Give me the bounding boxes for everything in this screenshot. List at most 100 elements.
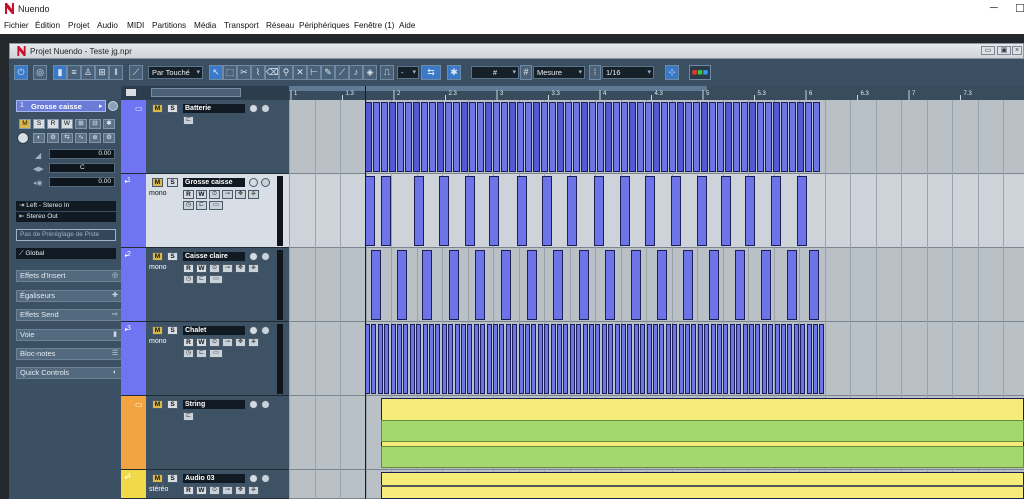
folder-event[interactable] bbox=[717, 102, 724, 172]
track-write-button[interactable]: W bbox=[196, 264, 207, 273]
audio-event[interactable] bbox=[761, 250, 771, 320]
folder-event[interactable] bbox=[765, 102, 772, 172]
audio-event[interactable] bbox=[525, 324, 530, 394]
inspector-track-header[interactable]: 1 Grosse caisse ▸ bbox=[16, 100, 106, 112]
freeze-icon[interactable]: ⎈ bbox=[248, 190, 259, 199]
audio-event[interactable] bbox=[435, 324, 440, 394]
snap-grid-icon[interactable]: # bbox=[520, 65, 532, 80]
menu-peripheriques[interactable]: Périphériques bbox=[299, 21, 350, 30]
monitor-icon[interactable] bbox=[261, 474, 270, 483]
folder-event[interactable] bbox=[613, 102, 620, 172]
track-name[interactable]: Grosse caisse bbox=[183, 178, 245, 187]
volume-field[interactable]: 0.00 bbox=[49, 149, 115, 159]
audio-event[interactable] bbox=[423, 324, 428, 394]
audio-event[interactable] bbox=[378, 324, 383, 394]
folder-event[interactable] bbox=[461, 102, 468, 172]
folder-event[interactable] bbox=[597, 102, 604, 172]
timebase-icon[interactable]: ◷ bbox=[183, 201, 194, 210]
track-name[interactable]: Chalet bbox=[183, 326, 245, 335]
show-inspector-icon[interactable]: ▮ bbox=[53, 65, 67, 80]
audio-event[interactable] bbox=[512, 324, 517, 394]
audio-event[interactable] bbox=[519, 324, 524, 394]
track-batterie[interactable]: ▭ M S Batterie ⊏ bbox=[121, 100, 289, 174]
audio-event[interactable] bbox=[634, 324, 639, 394]
audio-event[interactable] bbox=[602, 324, 607, 394]
global-field[interactable]: ⟋ Global bbox=[16, 248, 116, 259]
folder-event[interactable] bbox=[725, 102, 732, 172]
audio-event[interactable] bbox=[807, 324, 812, 394]
zoom-tool-icon[interactable]: ⚲ bbox=[279, 65, 293, 80]
nudge-icon[interactable]: ⎍ bbox=[380, 65, 394, 80]
output-routing[interactable]: ⇤ Stereo Out bbox=[16, 212, 116, 222]
delay-field[interactable]: 0.00 bbox=[49, 177, 115, 187]
audio-event[interactable] bbox=[640, 324, 645, 394]
audio-event[interactable] bbox=[583, 324, 588, 394]
folder-event[interactable] bbox=[517, 102, 524, 172]
audio-event[interactable] bbox=[672, 324, 677, 394]
event-display[interactable] bbox=[289, 100, 1024, 499]
audio-event[interactable] bbox=[501, 250, 511, 320]
quantize-icon[interactable]: ⁞ bbox=[589, 65, 601, 80]
track-read-button[interactable]: R bbox=[183, 338, 194, 347]
folder-event[interactable] bbox=[429, 102, 436, 172]
folder-event[interactable] bbox=[629, 102, 636, 172]
folder-event[interactable] bbox=[389, 102, 396, 172]
folder-event[interactable] bbox=[541, 102, 548, 172]
folder-event[interactable] bbox=[693, 102, 700, 172]
audio-event[interactable] bbox=[531, 324, 536, 394]
audio-event[interactable] bbox=[403, 324, 408, 394]
timebase-icon[interactable]: ◷ bbox=[183, 275, 194, 284]
monitor-icon[interactable] bbox=[261, 400, 270, 409]
folder-event[interactable] bbox=[477, 102, 484, 172]
snap-type-dropdown[interactable]: Mesure ▾ bbox=[533, 66, 585, 79]
section-equalizers[interactable]: Égaliseurs ✚ bbox=[16, 290, 123, 302]
audio-event[interactable] bbox=[410, 324, 415, 394]
audio-event[interactable] bbox=[449, 250, 459, 320]
audio-event[interactable] bbox=[448, 324, 453, 394]
inserts-icon[interactable]: ⊸ bbox=[222, 338, 233, 347]
folder-event[interactable] bbox=[789, 102, 796, 172]
audio-event[interactable] bbox=[755, 324, 760, 394]
folder-event[interactable] bbox=[653, 102, 660, 172]
audio-event[interactable] bbox=[717, 324, 722, 394]
inserts-icon[interactable]: ⊸ bbox=[222, 264, 233, 273]
audio-event[interactable] bbox=[620, 176, 630, 246]
audio-event[interactable] bbox=[499, 324, 504, 394]
folder-event[interactable] bbox=[573, 102, 580, 172]
track-solo-button[interactable]: S bbox=[167, 400, 178, 409]
folder-event[interactable] bbox=[621, 102, 628, 172]
folder-event[interactable] bbox=[677, 102, 684, 172]
audio-event[interactable] bbox=[517, 176, 527, 246]
track-read-button[interactable]: R bbox=[183, 190, 194, 199]
track-mute-button[interactable]: M bbox=[152, 252, 163, 261]
audio-event[interactable] bbox=[813, 324, 818, 394]
automation-icon[interactable]: ⟋ bbox=[129, 65, 143, 80]
audio-event[interactable] bbox=[397, 324, 402, 394]
object-selection-tool-icon[interactable]: ↖ bbox=[209, 65, 223, 80]
inspector-read-button[interactable]: R bbox=[47, 119, 59, 129]
time-ruler[interactable]: 1 1.3 2 2.3 3 3.3 4 4.3 5 5.3 6 6.3 7 7.3 bbox=[289, 86, 1024, 100]
lanes-icon[interactable]: ✥ bbox=[235, 190, 246, 199]
audio-event[interactable] bbox=[506, 324, 511, 394]
track-read-button[interactable]: R bbox=[183, 264, 194, 273]
menu-projet[interactable]: Projet bbox=[68, 21, 89, 30]
track-write-button[interactable]: W bbox=[196, 338, 207, 347]
folder-event[interactable] bbox=[533, 102, 540, 172]
audio-event[interactable] bbox=[365, 176, 375, 246]
folder-event[interactable] bbox=[781, 102, 788, 172]
show-mixer-icon[interactable]: ‖ bbox=[109, 65, 123, 80]
lane-grosse-caisse[interactable] bbox=[289, 174, 1024, 248]
folder-event[interactable] bbox=[669, 102, 676, 172]
audio-event[interactable] bbox=[627, 324, 632, 394]
audio-event[interactable] bbox=[645, 176, 655, 246]
folder-event[interactable] bbox=[605, 102, 612, 172]
audio-event[interactable] bbox=[467, 324, 472, 394]
audio-event[interactable] bbox=[563, 324, 568, 394]
inserts-icon[interactable]: ⊸ bbox=[222, 190, 233, 199]
folder-event[interactable] bbox=[773, 102, 780, 172]
audio-event[interactable] bbox=[736, 324, 741, 394]
audio-event[interactable] bbox=[743, 324, 748, 394]
audio-event[interactable] bbox=[671, 176, 681, 246]
minimize-button[interactable]: ─ bbox=[990, 2, 998, 14]
track-list-view-icon[interactable] bbox=[125, 88, 137, 97]
